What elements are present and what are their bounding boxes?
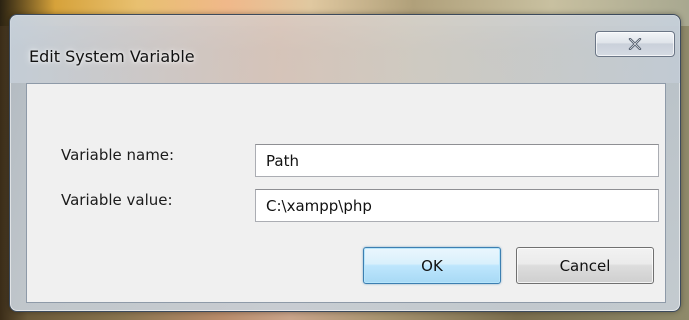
ok-button[interactable]: OK (363, 247, 501, 284)
variable-value-label: Variable value: (61, 191, 173, 209)
cancel-button[interactable]: Cancel (516, 247, 654, 284)
variable-name-input[interactable] (255, 144, 659, 177)
close-button[interactable] (595, 31, 675, 57)
variable-value-input[interactable] (255, 189, 659, 222)
dialog-title: Edit System Variable (29, 47, 195, 66)
variable-name-label: Variable name: (61, 146, 175, 164)
close-x-icon (628, 38, 642, 50)
dialog-client-area: Variable name: Variable value: OK Cancel (26, 83, 666, 303)
edit-system-variable-dialog: Edit System Variable Variable name: Vari… (9, 14, 681, 312)
